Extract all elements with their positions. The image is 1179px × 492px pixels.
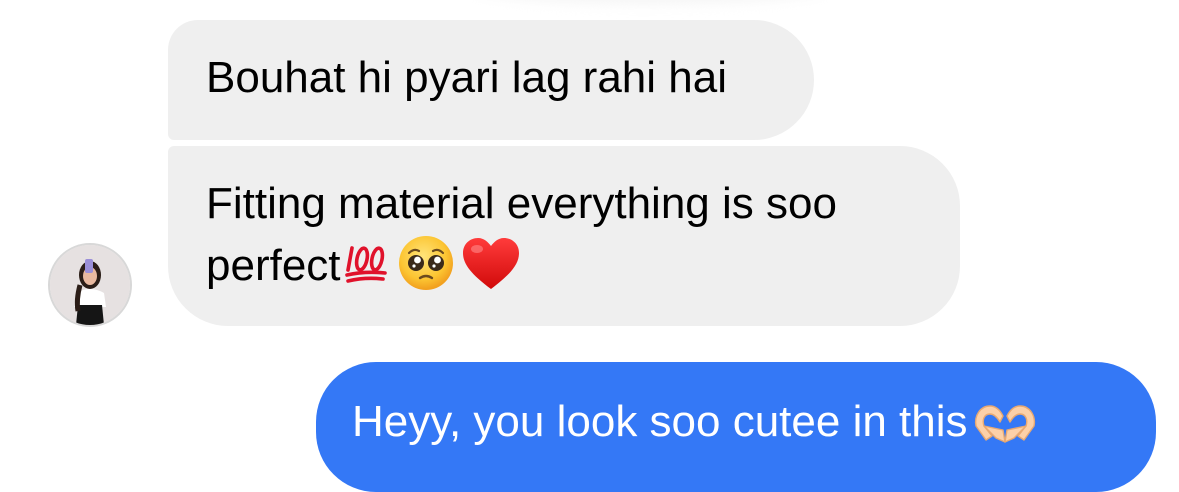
message-text: perfect bbox=[206, 241, 341, 290]
message-text-line-2: perfect bbox=[206, 234, 922, 308]
red-heart-icon bbox=[461, 236, 521, 308]
pleading-face-icon bbox=[397, 234, 455, 308]
incoming-message-bubble[interactable]: Bouhat hi pyari lag rahi hai bbox=[168, 20, 814, 140]
message-text: Heyy, you look soo cutee in this bbox=[352, 397, 968, 446]
heart-hands-icon bbox=[972, 400, 1038, 460]
message-text: Bouhat hi pyari lag rahi hai bbox=[206, 53, 727, 102]
previous-message-edge bbox=[470, 0, 830, 4]
avatar-photo-icon bbox=[50, 245, 130, 325]
message-text-line: Heyy, you look soo cutee in this bbox=[352, 392, 1120, 460]
incoming-message-bubble[interactable]: Fitting material everything is soo perfe… bbox=[168, 146, 960, 326]
outgoing-message-bubble[interactable]: Heyy, you look soo cutee in this bbox=[316, 362, 1156, 492]
contact-avatar[interactable] bbox=[48, 243, 132, 327]
hundred-points-icon bbox=[344, 240, 389, 300]
message-text: Fitting material everything is soo bbox=[206, 179, 837, 228]
